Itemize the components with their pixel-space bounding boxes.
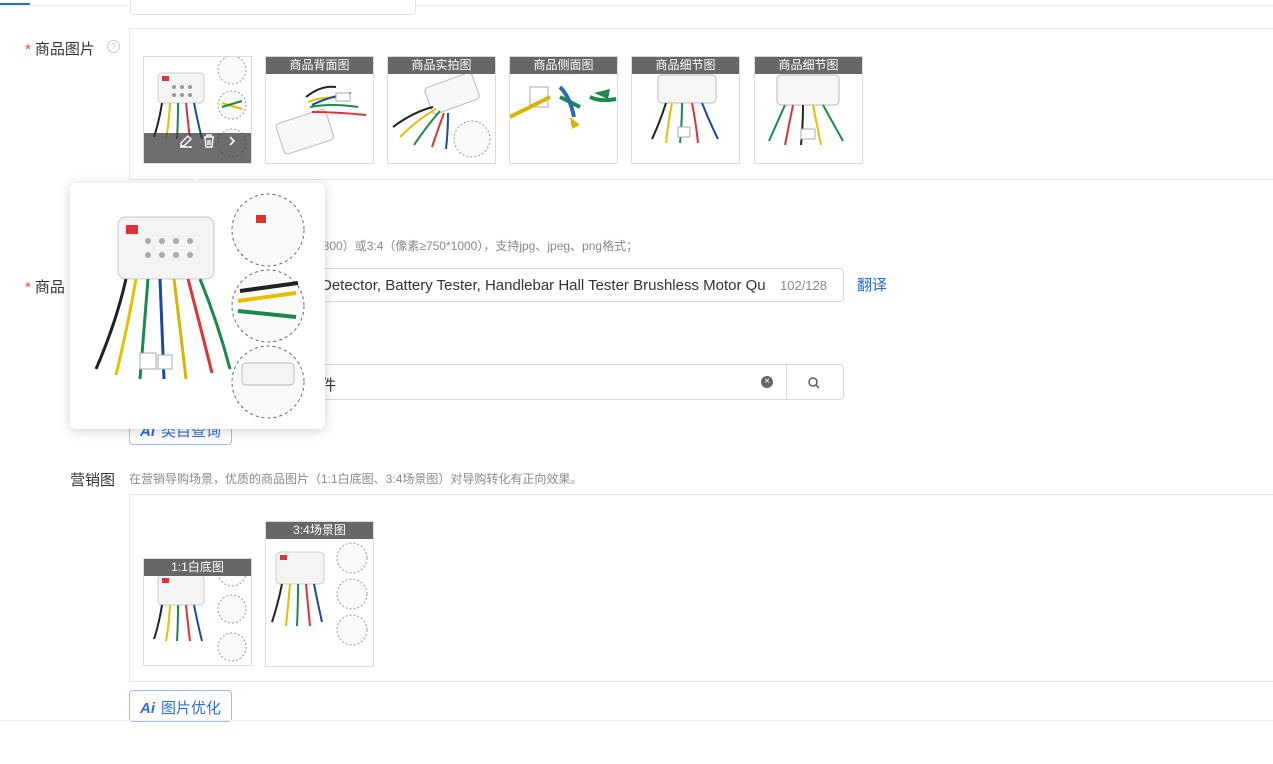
image-tag: 1:1白底图 xyxy=(144,559,251,576)
image-tag: 商品侧面图 xyxy=(510,57,617,74)
product-title-label: * 商品 xyxy=(25,276,65,297)
ai-image-optimize-button[interactable]: Ai 图片优化 xyxy=(129,690,232,722)
product-image-real[interactable]: 商品实拍图 xyxy=(387,56,496,164)
product-title-value: Detector, Battery Tester, Handlebar Hall… xyxy=(321,277,765,294)
product-image-back[interactable]: 商品背面图 xyxy=(265,56,374,164)
image-preview-popover xyxy=(70,183,325,429)
ai-icon: Ai xyxy=(140,700,155,717)
bottom-divider xyxy=(0,720,1273,721)
product-images-label: * 商品图片 xyxy=(25,38,95,59)
previous-field-input[interactable] xyxy=(130,0,416,15)
image-tag: 商品实拍图 xyxy=(388,57,495,74)
char-count: 102/128 xyxy=(780,278,827,293)
image-tag: 商品细节图 xyxy=(632,57,739,74)
product-title-label-text: 商品 xyxy=(34,279,65,296)
edit-icon[interactable] xyxy=(178,133,194,149)
image-tag: 3:4场景图 xyxy=(266,522,373,539)
product-images-label-text: 商品图片 xyxy=(34,41,95,58)
question-circle-icon[interactable]: ? xyxy=(107,40,120,53)
clear-circle-icon[interactable]: × xyxy=(761,376,773,388)
product-images-hint: *800）或3:4（像素≥750*1000），支持jpg、jpeg、png格式； xyxy=(318,239,639,253)
marketing-images-hint: 在营销导购场景，优质的商品图片（1:1白底图、3:4场景图）对导购转化有正向效果… xyxy=(129,472,583,486)
ai-image-optimize-label: 图片优化 xyxy=(161,700,222,717)
image-tag: 商品细节图 xyxy=(755,57,862,74)
product-photo xyxy=(271,542,368,646)
search-button[interactable] xyxy=(786,364,844,400)
marketing-images-label: 营销图 xyxy=(70,472,116,489)
image-tag: 商品背面图 xyxy=(266,57,373,74)
translate-link[interactable]: 翻译 xyxy=(857,274,887,295)
marketing-image-portrait[interactable]: 3:4场景图 xyxy=(265,521,374,667)
search-icon xyxy=(808,377,820,389)
product-images-panel: 商品背面图 商品实拍图 商品侧面图 商品细节图 商品细节图 xyxy=(129,28,1273,180)
product-image-main[interactable] xyxy=(143,56,252,164)
marketing-image-square[interactable]: 1:1白底图 xyxy=(143,558,252,666)
required-mark: * xyxy=(25,41,31,58)
delete-icon[interactable] xyxy=(201,133,217,149)
product-photo-large xyxy=(94,193,305,419)
required-mark: * xyxy=(25,279,31,296)
active-tab-indicator xyxy=(0,3,30,5)
chevron-right-icon[interactable] xyxy=(224,133,240,149)
product-image-detail-2[interactable]: 商品细节图 xyxy=(754,56,863,164)
product-image-side[interactable]: 商品侧面图 xyxy=(509,56,618,164)
product-image-detail-1[interactable]: 商品细节图 xyxy=(631,56,740,164)
marketing-images-panel: 1:1白底图 3:4场景图 xyxy=(129,494,1273,682)
image-action-bar xyxy=(144,133,251,163)
